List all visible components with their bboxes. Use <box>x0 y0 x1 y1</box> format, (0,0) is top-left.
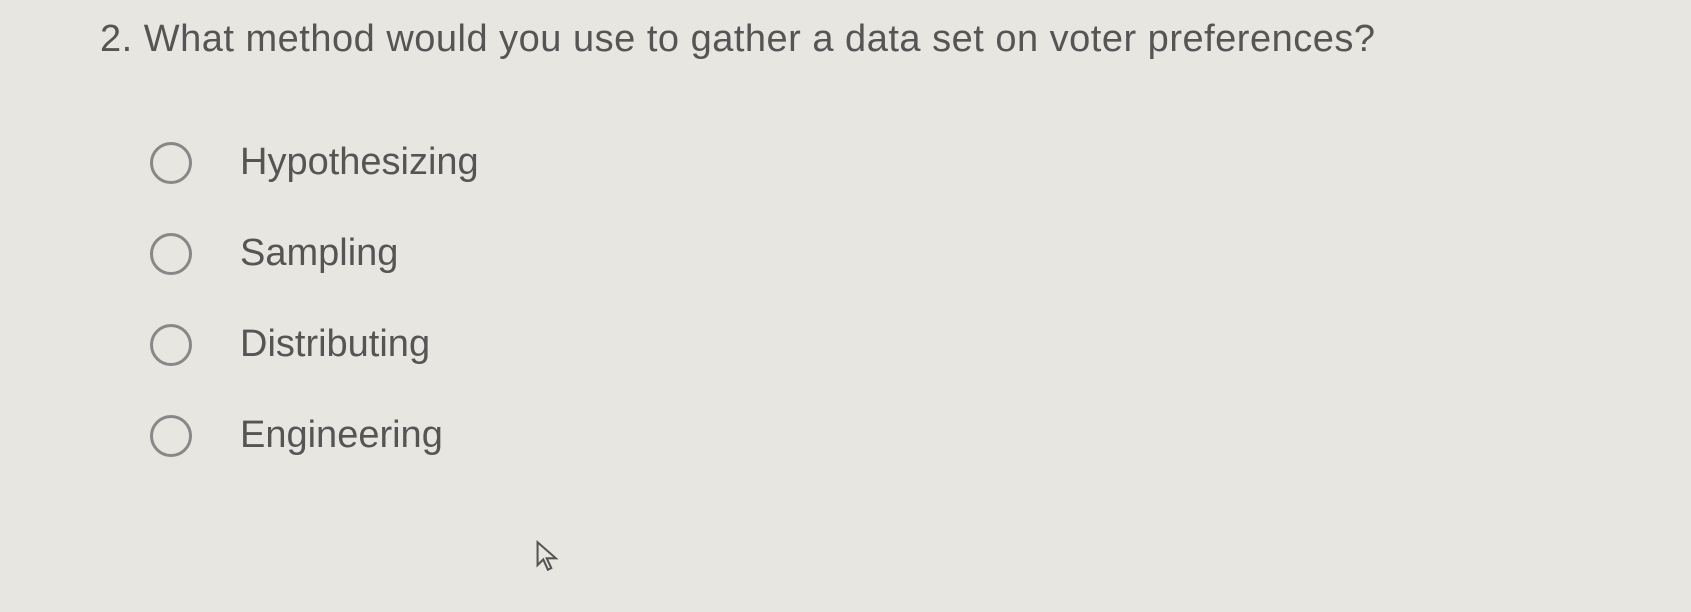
option-label: Distributing <box>240 323 430 366</box>
option-label: Engineering <box>240 414 443 457</box>
option-row[interactable]: Sampling <box>150 232 1691 275</box>
question-text: What method would you use to gather a da… <box>144 18 1376 60</box>
option-row[interactable]: Distributing <box>150 323 1691 366</box>
option-label: Sampling <box>240 232 398 275</box>
radio-button[interactable] <box>150 142 192 184</box>
cursor-icon <box>535 540 563 572</box>
question-prompt: 2. What method would you use to gather a… <box>100 18 1691 61</box>
question-number: 2. <box>100 18 133 60</box>
radio-button[interactable] <box>150 324 192 366</box>
option-row[interactable]: Engineering <box>150 414 1691 457</box>
radio-button[interactable] <box>150 415 192 457</box>
radio-button[interactable] <box>150 233 192 275</box>
option-label: Hypothesizing <box>240 141 479 184</box>
options-list: Hypothesizing Sampling Distributing Engi… <box>100 141 1691 457</box>
option-row[interactable]: Hypothesizing <box>150 141 1691 184</box>
